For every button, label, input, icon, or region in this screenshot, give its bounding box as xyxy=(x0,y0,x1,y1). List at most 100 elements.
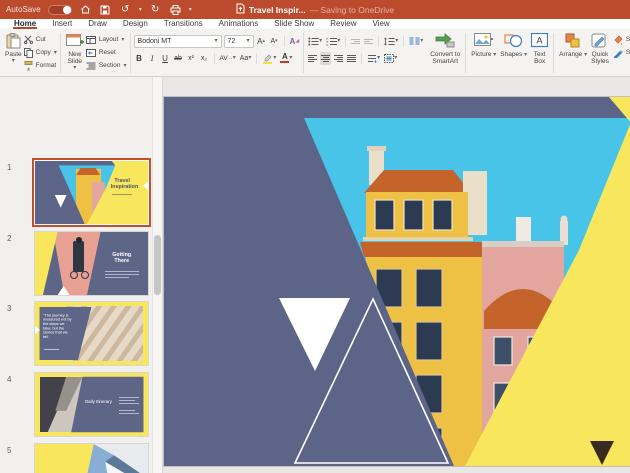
slide3-quote: "The journey is measured not by the step… xyxy=(43,313,73,339)
subscript-button[interactable]: x₂ xyxy=(199,52,210,65)
slide-thumbnail-4[interactable]: Daily Itinerary xyxy=(35,373,148,436)
copy-button[interactable]: Copy ▾ xyxy=(24,47,57,58)
shapes-button[interactable]: Shapes ▾ xyxy=(498,32,529,58)
shrink-font-button[interactable]: A▾ xyxy=(269,35,280,48)
slide-number-1: 1 xyxy=(7,163,11,172)
slide-number-2: 2 xyxy=(7,234,11,243)
change-case-button[interactable]: Aa▾ xyxy=(239,52,253,65)
document-title: Travel Inspir... xyxy=(249,5,306,15)
picture-caret-icon: ▾ xyxy=(493,52,496,58)
shape-outline-button[interactable]: Shape xyxy=(613,47,630,58)
increase-indent-button[interactable] xyxy=(363,35,374,48)
font-color-caret-icon: ▾ xyxy=(289,55,292,61)
convert-smartart-button[interactable]: Convert to SmartArt xyxy=(428,32,462,65)
slide-thumbnail-3[interactable]: "The journey is measured not by the step… xyxy=(35,302,148,365)
slide-thumbnail-panel: 1 Travel Inspiration 2 Getting There 3 "… xyxy=(0,77,162,473)
saving-status: — Saving to OneDrive xyxy=(310,5,395,15)
justify-icon xyxy=(347,55,356,62)
quick-styles-button[interactable]: Quick Styles xyxy=(589,32,611,65)
tab-design[interactable]: Design xyxy=(115,19,156,29)
scissors-icon xyxy=(24,35,33,44)
autosave-label: AutoSave xyxy=(6,5,41,14)
tab-insert[interactable]: Insert xyxy=(44,19,80,29)
underline-button[interactable]: U xyxy=(160,52,171,65)
font-color-swatch xyxy=(280,61,289,63)
slide-thumbnail-1[interactable]: Travel Inspiration xyxy=(35,161,148,224)
text-direction-button[interactable]: ▾ xyxy=(366,52,381,65)
slide-number-3: 3 xyxy=(7,304,11,313)
home-icon[interactable] xyxy=(79,3,92,16)
grow-font-button[interactable]: A▴ xyxy=(256,35,267,48)
layout-button[interactable]: Layout ▾ xyxy=(86,34,127,45)
shrink-font-arrow-icon: ▾ xyxy=(275,38,278,44)
autosave-toggle[interactable] xyxy=(48,5,72,15)
justify-button[interactable] xyxy=(346,52,357,65)
arrange-button[interactable]: Arrange ▾ xyxy=(557,32,589,58)
sidebar-scrollbar-track[interactable] xyxy=(152,77,162,473)
slide-canvas xyxy=(162,77,630,473)
current-slide-editor[interactable] xyxy=(164,97,630,466)
clear-formatting-button[interactable]: A◢ xyxy=(289,35,301,48)
cut-button[interactable]: Cut xyxy=(24,34,57,45)
align-left-icon xyxy=(308,55,317,62)
tab-review[interactable]: Review xyxy=(322,19,364,29)
tab-animations[interactable]: Animations xyxy=(211,19,267,29)
section-button[interactable]: Section ▾ xyxy=(86,60,127,71)
bullets-button[interactable]: ▾ xyxy=(307,35,323,48)
shapes-icon xyxy=(504,32,524,49)
picture-button[interactable]: Picture ▾ xyxy=(469,32,498,58)
shape-outline-icon xyxy=(613,48,623,58)
redo-icon[interactable]: ↻ xyxy=(149,3,162,16)
print-icon[interactable] xyxy=(169,3,182,16)
ribbon-tab-bar: Home Insert Draw Design Transitions Anim… xyxy=(0,19,630,29)
grow-font-arrow-icon: ▴ xyxy=(262,38,265,44)
bold-button[interactable]: B xyxy=(134,52,145,65)
slide-thumbnail-2[interactable]: Getting There xyxy=(35,232,148,295)
tab-slideshow[interactable]: Slide Show xyxy=(266,19,322,29)
tab-transitions[interactable]: Transitions xyxy=(156,19,211,29)
line-spacing-button[interactable]: ▾ xyxy=(383,35,399,48)
tab-view[interactable]: View xyxy=(365,19,398,29)
font-name-select[interactable]: Bodoni MT ▾ xyxy=(134,35,222,48)
tab-home[interactable]: Home xyxy=(6,19,44,29)
format-painter-button[interactable]: Format xyxy=(24,60,57,71)
paste-caret-icon: ▾ xyxy=(12,58,15,64)
align-left-button[interactable] xyxy=(307,52,318,65)
highlight-color-button[interactable]: ▾ xyxy=(261,52,277,65)
slide2-title: Getting There xyxy=(108,251,136,263)
italic-button[interactable]: I xyxy=(147,52,158,65)
font-size-select[interactable]: 72 ▾ xyxy=(224,35,254,48)
shape-fill-icon xyxy=(613,35,623,45)
paste-button[interactable]: Paste ▾ xyxy=(3,32,24,64)
new-slide-button[interactable]: New Slide ▾ xyxy=(64,32,86,71)
svg-text:A: A xyxy=(537,36,543,46)
tab-draw[interactable]: Draw xyxy=(80,19,115,29)
copy-caret-icon: ▾ xyxy=(54,50,57,56)
section-caret-icon: ▾ xyxy=(124,63,127,69)
superscript-button[interactable]: x² xyxy=(186,52,197,65)
text-direction-caret-icon: ▾ xyxy=(377,55,380,61)
align-right-button[interactable] xyxy=(333,52,344,65)
reset-button[interactable]: Reset xyxy=(86,47,127,58)
text-box-button[interactable]: A Text Box xyxy=(529,32,550,65)
align-center-button[interactable] xyxy=(320,52,331,65)
save-icon[interactable] xyxy=(99,3,112,16)
columns-icon xyxy=(409,37,420,46)
undo-caret-icon[interactable]: ▾ xyxy=(139,7,142,13)
toolbar-options-caret-icon[interactable]: ▾ xyxy=(189,7,192,13)
numbering-caret-icon: ▾ xyxy=(337,38,340,44)
font-color-button[interactable]: A ▾ xyxy=(279,52,293,65)
slide-thumbnail-5[interactable]: Trip Goals xyxy=(35,444,148,473)
decrease-indent-button[interactable] xyxy=(350,35,361,48)
strikethrough-button[interactable]: ab xyxy=(173,52,184,65)
columns-button[interactable]: ▾ xyxy=(408,35,424,48)
quick-styles-icon xyxy=(591,32,608,49)
undo-icon[interactable]: ↺ xyxy=(119,3,132,16)
slide-number-5: 5 xyxy=(7,446,11,455)
shape-fill-button[interactable]: Shape xyxy=(613,34,630,45)
bullets-caret-icon: ▾ xyxy=(319,38,322,44)
align-text-button[interactable]: ▾ xyxy=(383,52,398,65)
character-spacing-button[interactable]: AV↔▾ xyxy=(219,52,237,65)
sidebar-scrollbar-thumb[interactable] xyxy=(154,235,161,295)
numbering-button[interactable]: ▾ xyxy=(325,35,341,48)
